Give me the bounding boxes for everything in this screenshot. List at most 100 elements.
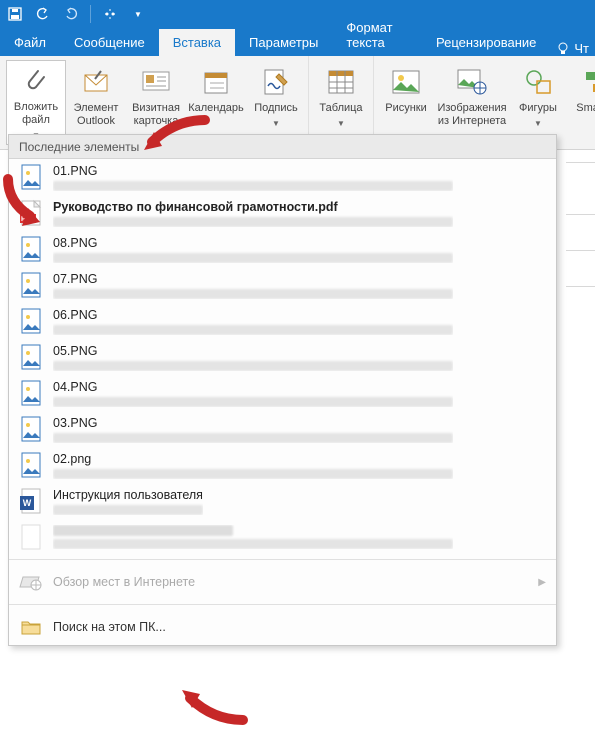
- ribbon-tabs: Файл Сообщение Вставка Параметры Формат …: [0, 28, 595, 56]
- recent-item-name: 07.PNG: [53, 272, 453, 286]
- recent-item-text: 01.PNG: [53, 164, 453, 191]
- qat-customize-button[interactable]: ▼: [127, 3, 149, 25]
- tell-me-button[interactable]: Чт: [550, 41, 595, 56]
- shapes-icon: [524, 64, 552, 100]
- redo-button[interactable]: [60, 3, 82, 25]
- touch-mode-button[interactable]: [99, 3, 121, 25]
- recent-item[interactable]: 06.PNG: [9, 303, 556, 339]
- save-button[interactable]: [4, 3, 26, 25]
- attach-file-button[interactable]: Вложить файл ▼: [6, 60, 66, 145]
- lightbulb-icon: [556, 42, 570, 56]
- img-file-icon: [19, 271, 43, 299]
- tab-options[interactable]: Параметры: [235, 29, 332, 56]
- signature-button[interactable]: Подпись ▼: [246, 60, 306, 145]
- undo-button[interactable]: [32, 3, 54, 25]
- recent-item-text: 02.png: [53, 452, 453, 479]
- online-pictures-button[interactable]: Изображения из Интернета: [436, 60, 508, 145]
- paperclip-icon: [24, 65, 48, 99]
- recent-items-header: Последние элементы: [9, 135, 556, 159]
- business-card-button[interactable]: Визитная карточка ▼: [126, 60, 186, 145]
- recent-item[interactable]: 03.PNG: [9, 411, 556, 447]
- chevron-right-icon: ▶: [538, 577, 546, 588]
- smartart-icon: [584, 64, 595, 100]
- folder-icon: [19, 617, 43, 637]
- recent-item-name: 01.PNG: [53, 164, 453, 178]
- qat-separator: [90, 5, 91, 23]
- outlook-item-label: Элемент Outlook: [74, 102, 119, 128]
- recent-item-path: [53, 253, 453, 263]
- table-icon: [328, 64, 354, 100]
- business-card-label: Визитная карточка: [132, 102, 180, 128]
- recent-item[interactable]: 08.PNG: [9, 231, 556, 267]
- recent-item-text: Инструкция пользователя: [53, 488, 203, 515]
- calendar-label: Календарь: [188, 102, 244, 115]
- pictures-button[interactable]: Рисунки: [376, 60, 436, 145]
- outlook-item-button[interactable]: Элемент Outlook: [66, 60, 126, 145]
- browse-web-label: Обзор мест в Интернете: [53, 575, 195, 589]
- online-pictures-label: Изображения из Интернета: [437, 102, 506, 128]
- none-file-icon: [19, 523, 43, 551]
- tell-me-label: Чт: [574, 41, 589, 56]
- globe-icon: [19, 572, 43, 592]
- recent-item[interactable]: 01.PNG: [9, 159, 556, 195]
- pictures-icon: [392, 64, 420, 100]
- browse-web-button[interactable]: Обзор мест в Интернете ▶: [9, 564, 556, 600]
- shapes-button[interactable]: Фигуры ▼: [508, 60, 568, 145]
- recent-item-name: Инструкция пользователя: [53, 488, 203, 502]
- recent-item[interactable]: 07.PNG: [9, 267, 556, 303]
- tab-file[interactable]: Файл: [0, 29, 60, 56]
- svg-text:PDF: PDF: [21, 216, 36, 223]
- recent-item-name: 04.PNG: [53, 380, 453, 394]
- pdf-file-icon: PDF: [19, 199, 43, 227]
- quick-access-toolbar: ▼: [0, 0, 595, 28]
- img-file-icon: [19, 379, 43, 407]
- calendar-icon: [203, 64, 229, 100]
- recent-item-name: 06.PNG: [53, 308, 453, 322]
- recent-item[interactable]: 02.png: [9, 447, 556, 483]
- recent-item-path: [53, 469, 453, 479]
- recent-item[interactable]: W Инструкция пользователя: [9, 483, 556, 519]
- svg-text:W: W: [23, 498, 32, 508]
- recent-items-list: 01.PNG PDF Руководство по финансовой грамо…: [9, 159, 556, 555]
- outlook-item-icon: [83, 64, 109, 100]
- recent-item-path: [53, 325, 453, 335]
- recent-item-name: 08.PNG: [53, 236, 453, 250]
- recent-item-text: 07.PNG: [53, 272, 453, 299]
- recent-item[interactable]: [9, 519, 556, 555]
- recent-item[interactable]: 05.PNG: [9, 339, 556, 375]
- recent-item-path: [53, 505, 203, 515]
- tab-insert[interactable]: Вставка: [159, 29, 235, 56]
- recent-item-name: Руководство по финансовой грамотности.pd…: [53, 200, 453, 214]
- recent-item-name: 05.PNG: [53, 344, 453, 358]
- tab-format-text[interactable]: Формат текста: [332, 14, 422, 56]
- img-file-icon: [19, 307, 43, 335]
- img-file-icon: [19, 235, 43, 263]
- calendar-button[interactable]: Календарь: [186, 60, 246, 145]
- chevron-down-icon: ▼: [272, 117, 280, 130]
- recent-item-name: [53, 525, 233, 536]
- separator: [9, 559, 556, 560]
- browse-this-pc-label: Поиск на этом ПК...: [53, 620, 166, 634]
- chevron-down-icon: ▼: [337, 117, 345, 130]
- img-file-icon: [19, 163, 43, 191]
- smartart-label: SmartArt: [576, 102, 595, 115]
- img-file-icon: [19, 343, 43, 371]
- recent-item-text: [53, 525, 453, 549]
- recent-item-text: 05.PNG: [53, 344, 453, 371]
- table-button[interactable]: Таблица ▼: [311, 60, 371, 145]
- recent-item-name: 03.PNG: [53, 416, 453, 430]
- signature-label: Подпись: [254, 102, 298, 115]
- business-card-icon: [142, 64, 170, 100]
- browse-this-pc-button[interactable]: Поиск на этом ПК...: [9, 609, 556, 645]
- recent-item-text: 08.PNG: [53, 236, 453, 263]
- separator: [9, 604, 556, 605]
- recent-item-text: 03.PNG: [53, 416, 453, 443]
- smartart-button[interactable]: SmartArt: [568, 60, 595, 145]
- tab-message[interactable]: Сообщение: [60, 29, 159, 56]
- recent-item[interactable]: 04.PNG: [9, 375, 556, 411]
- recent-item-text: Руководство по финансовой грамотности.pd…: [53, 200, 453, 227]
- attach-file-label: Вложить файл: [14, 101, 58, 127]
- img-file-icon: [19, 451, 43, 479]
- recent-item[interactable]: PDF Руководство по финансовой грамотности…: [9, 195, 556, 231]
- tab-review[interactable]: Рецензирование: [422, 29, 550, 56]
